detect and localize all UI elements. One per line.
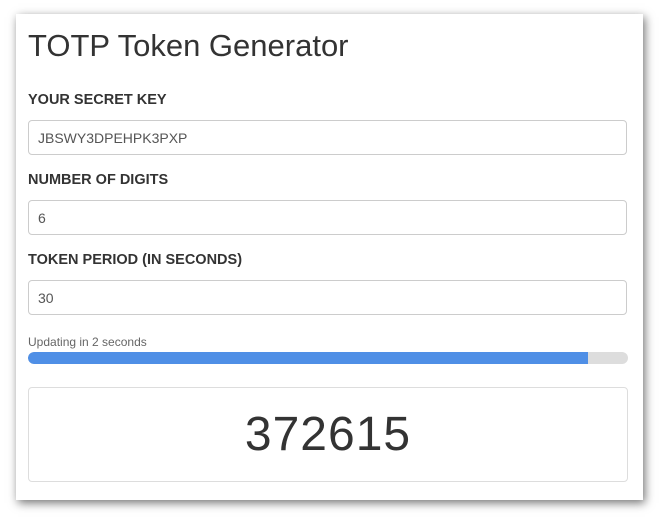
digits-label: NUMBER OF DIGITS: [28, 172, 169, 188]
countdown-progress-bar: [28, 352, 628, 364]
token-value: 372615: [244, 408, 412, 461]
secret-key-input[interactable]: [28, 120, 627, 155]
countdown-progress-fill: [28, 352, 588, 364]
update-status: Updating in 2 seconds: [28, 335, 147, 349]
digits-input[interactable]: [28, 200, 627, 235]
period-input[interactable]: [28, 280, 627, 315]
period-label: TOKEN PERIOD (IN SECONDS): [28, 252, 243, 268]
secret-key-label: YOUR SECRET KEY: [28, 92, 167, 108]
page-title: TOTP Token Generator: [28, 28, 349, 63]
token-display: 372615: [28, 387, 628, 482]
totp-card: TOTP Token Generator YOUR SECRET KEY NUM…: [16, 14, 643, 500]
